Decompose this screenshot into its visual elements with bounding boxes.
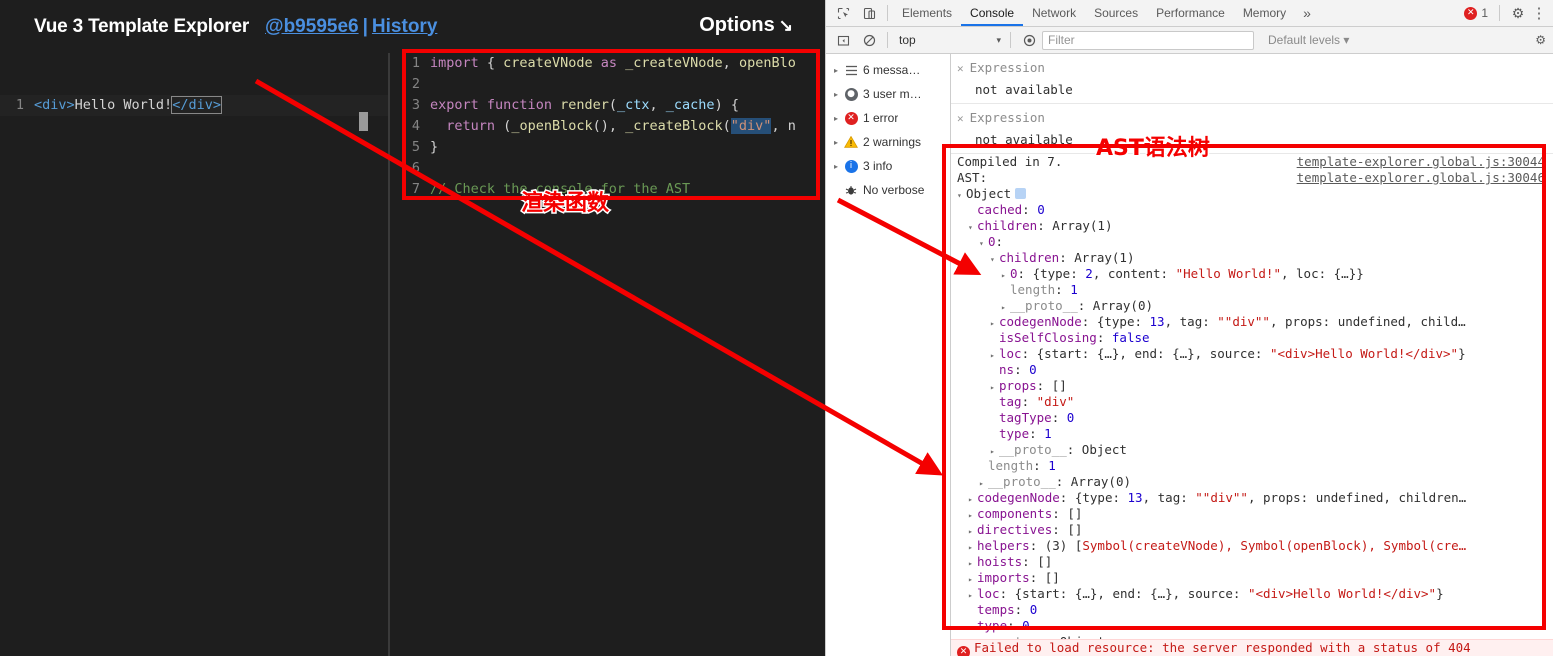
app-root: Vue 3 Template Explorer @b9595e6 | History… xyxy=(0,0,1553,656)
annotation-overlay xyxy=(254,49,1546,630)
annotation-arrow-template-to-ast xyxy=(254,78,944,476)
annotation-arrow-to-ast xyxy=(836,197,982,275)
annotation-box-render-fn xyxy=(402,49,820,200)
annotation-box-ast xyxy=(942,144,1546,630)
